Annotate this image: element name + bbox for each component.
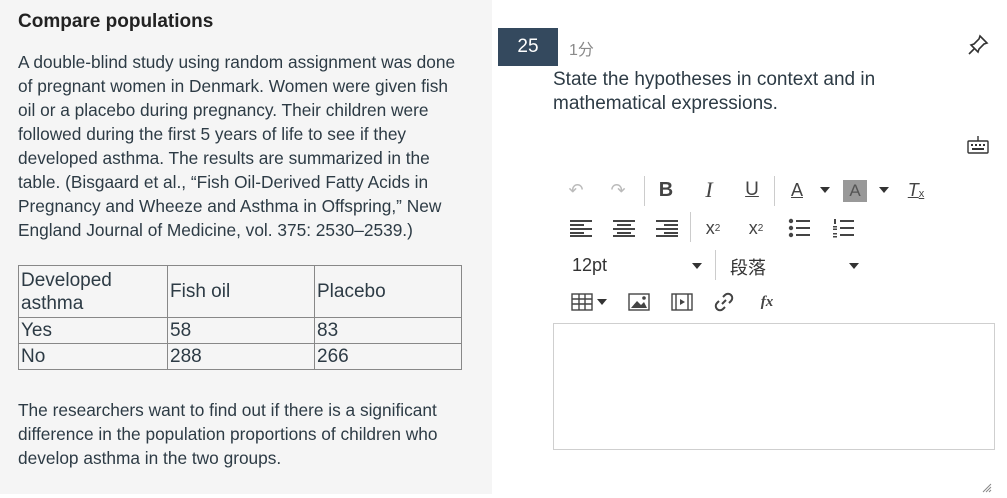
equation-button[interactable]: fx	[755, 290, 779, 314]
chevron-down-icon[interactable]	[820, 187, 830, 193]
underline-button[interactable]: U	[739, 176, 765, 204]
toolbar-divider	[774, 176, 775, 206]
chevron-down-icon[interactable]	[692, 263, 702, 269]
passage-intro: A double-blind study using random assign…	[18, 52, 456, 240]
link-icon[interactable]	[712, 290, 736, 314]
table-header-cell: Developed asthma	[18, 265, 168, 318]
align-left-icon[interactable]	[568, 214, 594, 242]
paragraph-format-select[interactable]: 段落	[730, 254, 766, 280]
bullet-list-icon[interactable]	[786, 214, 812, 242]
table-header-row: Developed asthma Fish oil Placebo	[18, 265, 462, 318]
undo-icon[interactable]: ↶	[563, 176, 589, 204]
media-icon[interactable]	[670, 290, 694, 314]
chevron-down-icon[interactable]	[879, 187, 889, 193]
table-header-cell: Placebo	[314, 265, 462, 318]
table-row: Yes 58 83	[18, 317, 462, 344]
chevron-down-icon[interactable]	[849, 263, 859, 269]
question-points: 1分	[569, 42, 594, 59]
background-color-button[interactable]: A	[843, 180, 867, 202]
numbered-list-icon[interactable]	[830, 214, 856, 242]
table-cell: Yes	[18, 317, 168, 344]
question-number-badge: 25	[498, 28, 558, 66]
bold-button[interactable]: B	[653, 176, 679, 204]
text-color-button[interactable]: A	[784, 176, 810, 204]
table-cell: 266	[314, 343, 462, 370]
answer-editor[interactable]	[553, 323, 995, 450]
data-table: Developed asthma Fish oil Placebo Yes 58…	[18, 265, 462, 370]
passage-title: Compare populations	[18, 11, 214, 32]
resize-handle-icon[interactable]	[982, 480, 992, 493]
table-row: No 288 266	[18, 343, 462, 370]
table-cell: No	[18, 343, 168, 370]
italic-button[interactable]: I	[696, 176, 722, 204]
clear-formatting-button[interactable]: Tx	[903, 176, 929, 204]
align-right-icon[interactable]	[654, 214, 680, 242]
table-header-cell: Fish oil	[167, 265, 315, 318]
chevron-down-icon[interactable]	[597, 299, 607, 305]
passage-followup: The researchers want to find out if ther…	[18, 400, 438, 468]
question-prompt: State the hypotheses in context and in m…	[553, 69, 876, 114]
toolbar-divider	[644, 176, 645, 206]
table-icon[interactable]	[570, 290, 594, 314]
passage-panel: Compare populations A double-blind study…	[0, 0, 492, 494]
redo-icon[interactable]: ↷	[605, 176, 631, 204]
toolbar-divider	[715, 250, 716, 280]
pin-icon[interactable]	[966, 33, 990, 57]
table-cell: 288	[167, 343, 315, 370]
subscript-button[interactable]: x2	[743, 214, 769, 242]
table-cell: 83	[314, 317, 462, 344]
font-size-select[interactable]: 12pt	[572, 255, 607, 276]
table-cell: 58	[167, 317, 315, 344]
superscript-button[interactable]: x2	[700, 214, 726, 242]
keyboard-shortcuts-icon[interactable]	[966, 133, 990, 155]
image-icon[interactable]	[627, 290, 651, 314]
align-center-icon[interactable]	[611, 214, 637, 242]
toolbar-divider	[690, 212, 691, 242]
